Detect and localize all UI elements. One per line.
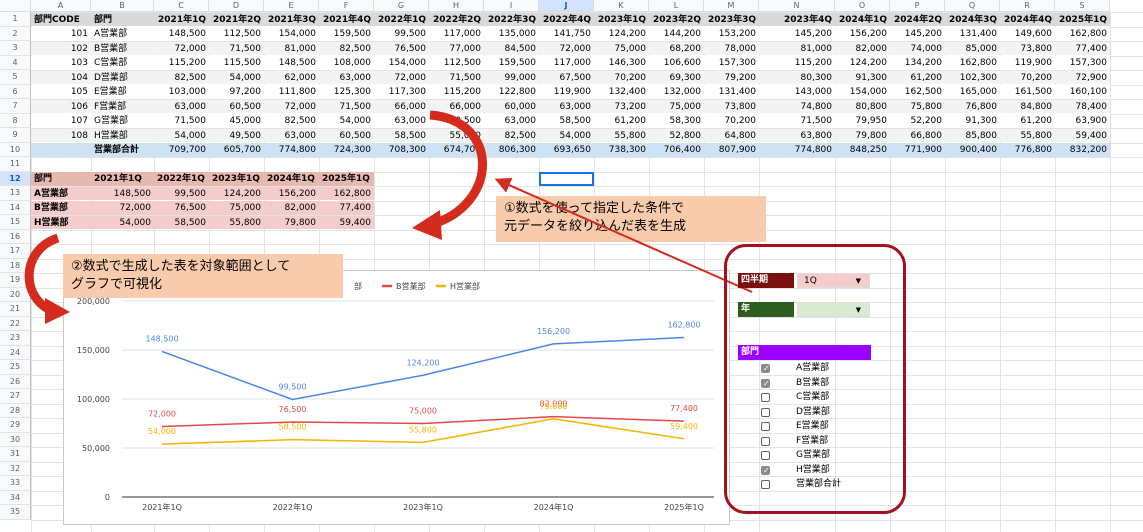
arrow-head-1 xyxy=(412,210,442,240)
dept-checkbox[interactable] xyxy=(761,393,770,402)
dept-checkbox[interactable] xyxy=(761,422,770,431)
quarter-value: 1Q xyxy=(804,276,817,286)
dept-checkbox-label: A営業部 xyxy=(796,363,830,373)
dept-checkbox[interactable] xyxy=(761,465,770,475)
dept-checkbox-label: 営業部合計 xyxy=(796,479,842,489)
pointer-arrow-panel xyxy=(494,177,753,293)
chevron-down-icon: ▼ xyxy=(855,306,861,314)
dept-label: 部門 xyxy=(738,345,871,360)
dept-checkbox-label: D営業部 xyxy=(796,406,830,417)
dept-checkbox-label: G営業部 xyxy=(796,450,830,460)
arrow-head-2 xyxy=(45,298,70,324)
dept-checkbox[interactable] xyxy=(761,407,770,417)
dept-checkbox[interactable] xyxy=(761,451,770,460)
dept-checkbox-label: H営業部 xyxy=(796,464,830,475)
dept-checkbox-label: F営業部 xyxy=(796,435,829,446)
year-value xyxy=(798,305,804,315)
year-label: 年 xyxy=(738,302,794,317)
dept-checkbox-label: B営業部 xyxy=(796,377,830,388)
dept-checkbox-label: C営業部 xyxy=(796,392,830,402)
dept-checkbox[interactable] xyxy=(761,378,770,388)
quarter-dropdown[interactable]: 1Q ▼ xyxy=(797,273,870,288)
dept-checkbox[interactable] xyxy=(761,364,770,373)
curved-arrow-to-chart xyxy=(24,233,60,317)
quarter-label: 四半期 xyxy=(738,273,794,288)
year-dropdown[interactable]: ▼ xyxy=(797,302,870,317)
dept-checkbox[interactable] xyxy=(761,480,770,489)
dept-checkbox-label: E営業部 xyxy=(796,421,829,431)
dept-checkbox[interactable] xyxy=(761,436,770,446)
annotation-arrows xyxy=(24,110,753,324)
curved-arrow-to-filtered-table xyxy=(428,110,487,230)
chevron-down-icon: ▼ xyxy=(855,277,861,285)
